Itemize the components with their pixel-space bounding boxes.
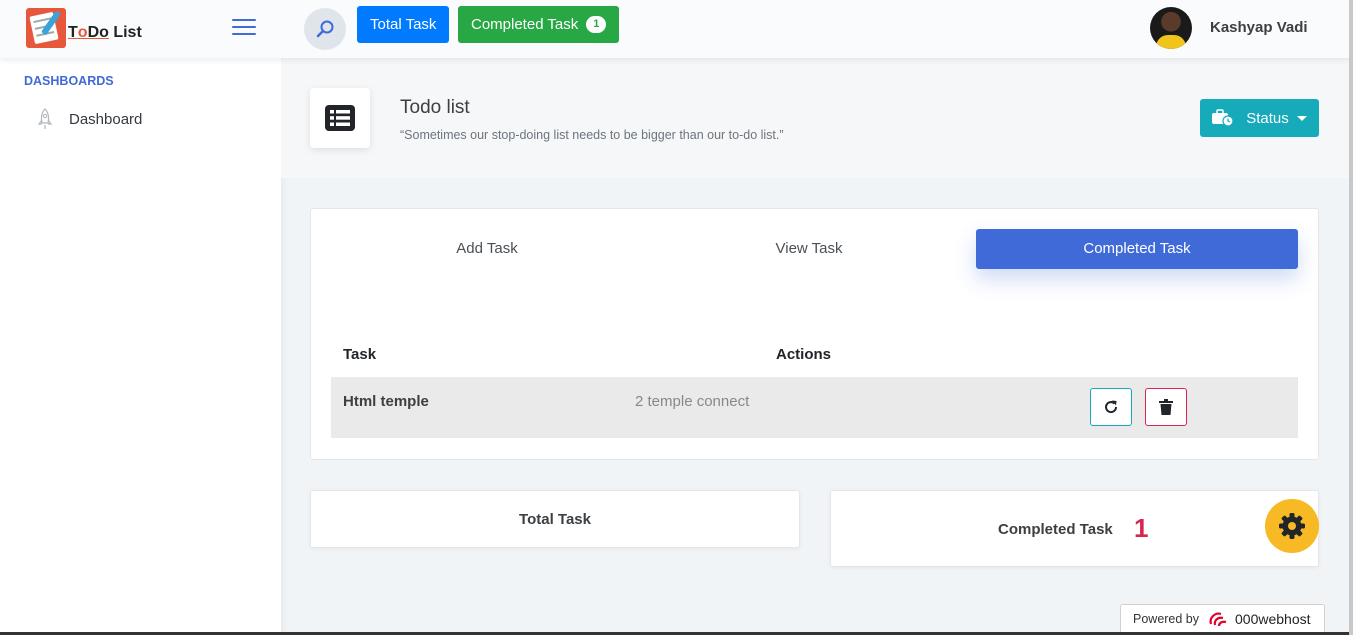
powered-by-label: Powered by <box>1133 611 1200 626</box>
sidebar-heading: DASHBOARDS <box>24 74 114 88</box>
user-avatar[interactable] <box>1150 7 1192 49</box>
sidebar-item-dashboard[interactable]: Dashboard <box>36 108 142 130</box>
completed-task-card-label: Completed Task <box>998 521 1113 538</box>
trash-icon <box>1159 399 1173 415</box>
completed-task-count: 1 <box>1134 513 1149 543</box>
page-subtitle: “Sometimes our stop-doing list needs to … <box>400 128 784 142</box>
task-name: Html temple <box>343 393 429 410</box>
status-dropdown-button[interactable]: Status <box>1200 99 1319 137</box>
status-button-label: Status <box>1246 109 1289 127</box>
page-title-area: Todo list “Sometimes our stop-doing list… <box>281 58 1349 178</box>
top-header: ToDo List Total Task Completed Task 1 Ka… <box>0 0 1353 58</box>
tab-view-task[interactable]: View Task <box>648 229 970 269</box>
sidebar: DASHBOARDS Dashboard <box>0 58 281 635</box>
logo-text: ToDo List <box>68 24 142 41</box>
completed-task-card: Completed Task 1 <box>830 490 1319 567</box>
webhost-brand: 000webhost <box>1235 610 1311 627</box>
refresh-icon <box>1105 400 1118 414</box>
rocket-icon <box>37 108 53 129</box>
column-header-actions: Actions <box>776 346 832 363</box>
webhost-logo-icon <box>1209 612 1227 626</box>
completed-task-button[interactable]: Completed Task 1 <box>458 6 620 43</box>
search-button[interactable] <box>304 8 346 50</box>
delete-task-button[interactable] <box>1145 388 1187 426</box>
caret-down-icon <box>1296 115 1307 121</box>
gear-icon <box>1279 513 1305 539</box>
powered-by-badge[interactable]: Powered by 000webhost <box>1120 604 1325 633</box>
total-task-card-label: Total Task <box>519 511 591 528</box>
tasks-card: Add Task View Task Completed Task Task A… <box>310 208 1319 460</box>
sidebar-item-label: Dashboard <box>69 110 143 128</box>
tab-completed-task[interactable]: Completed Task <box>976 229 1298 269</box>
business-time-icon <box>1212 109 1234 127</box>
restore-task-button[interactable] <box>1090 388 1132 426</box>
tab-add-task[interactable]: Add Task <box>326 229 648 269</box>
task-description: 2 temple connect <box>635 393 750 410</box>
page-title: Todo list <box>400 97 470 118</box>
completed-task-button-label: Completed Task <box>471 16 579 33</box>
completed-count-badge: 1 <box>586 16 607 33</box>
settings-button[interactable] <box>1265 499 1319 553</box>
menu-toggle-icon[interactable] <box>232 19 256 37</box>
user-name[interactable]: Kashyap Vadi <box>1210 19 1308 36</box>
scrollbar[interactable] <box>1349 0 1353 635</box>
total-task-button[interactable]: Total Task <box>357 6 450 43</box>
list-icon <box>310 88 370 148</box>
column-header-task: Task <box>343 346 377 363</box>
total-task-button-label: Total Task <box>370 16 437 33</box>
search-icon <box>316 20 334 38</box>
todo-logo-icon <box>26 8 66 48</box>
table-row: Html temple 2 temple connect <box>331 377 1298 438</box>
app-logo[interactable]: ToDo List <box>26 8 142 48</box>
total-task-card: Total Task <box>310 490 800 548</box>
